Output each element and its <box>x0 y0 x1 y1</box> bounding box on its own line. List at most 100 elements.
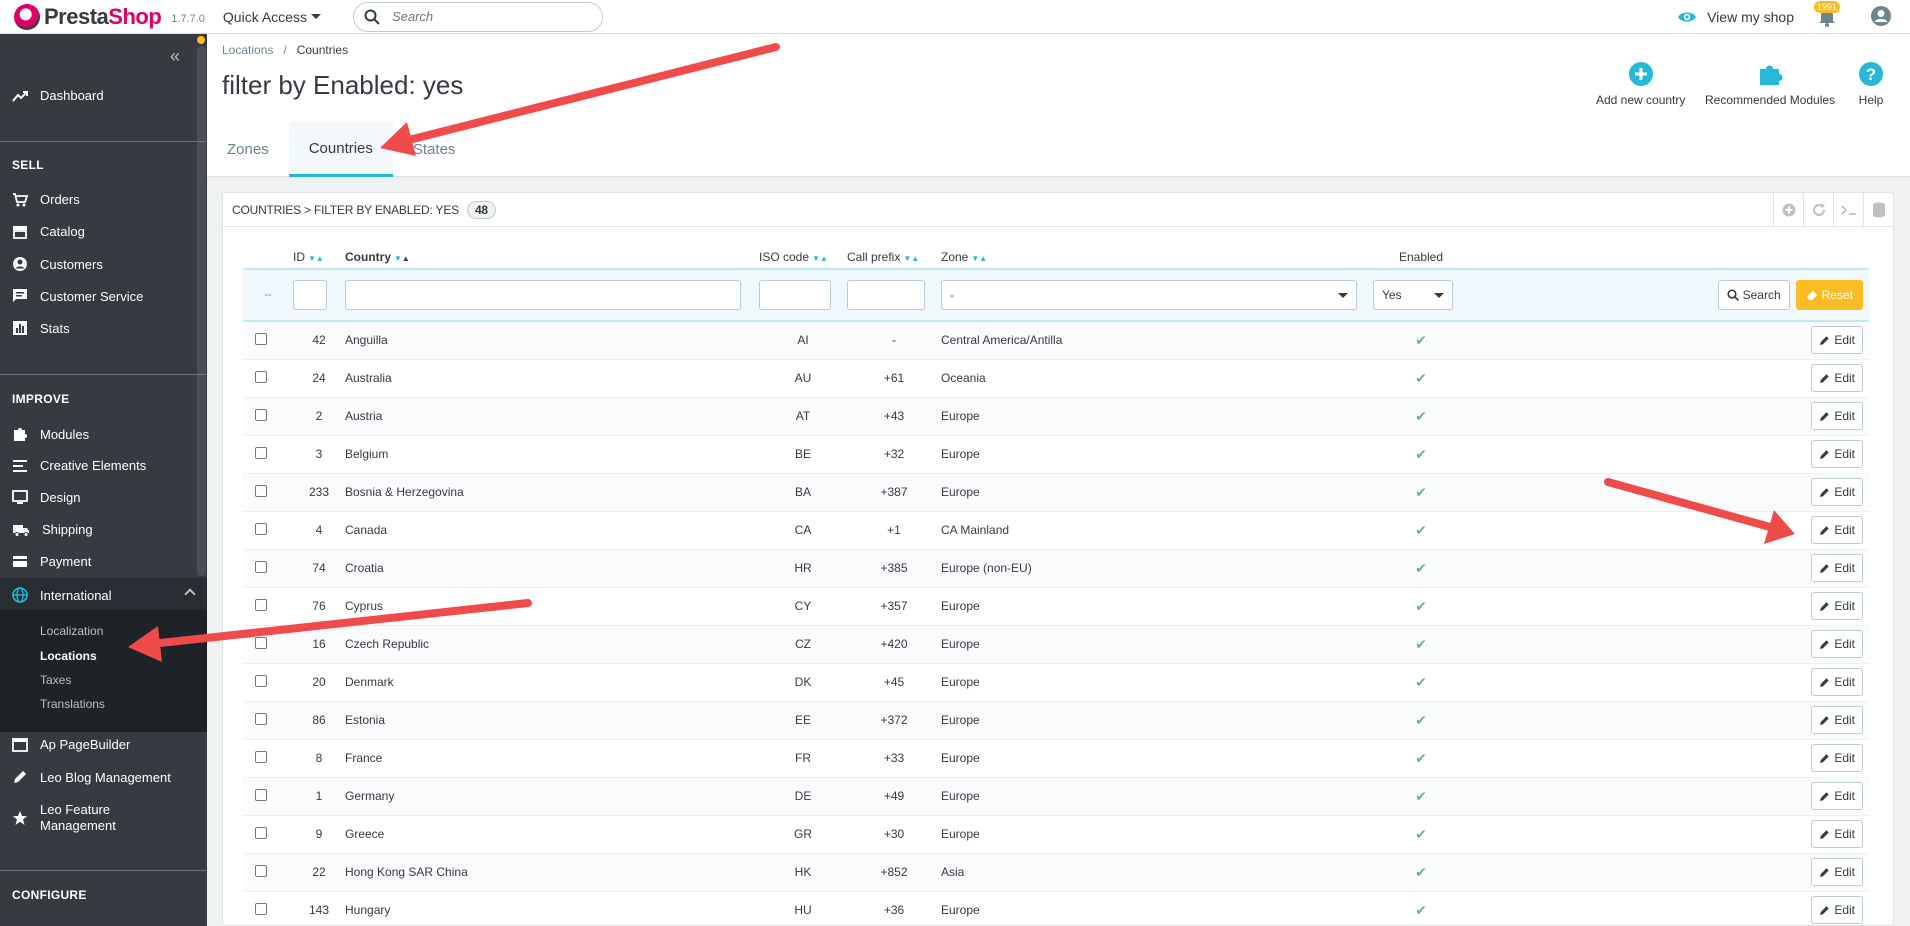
sidebar-item-leo-feature[interactable]: Leo Feature Management <box>12 802 116 834</box>
add-new-country-button[interactable]: Add new country <box>1596 61 1685 107</box>
sidebar-subitem-localization[interactable]: Localization <box>40 624 103 638</box>
row-checkbox[interactable] <box>255 826 267 839</box>
sidebar-item-orders[interactable]: Orders <box>12 192 80 207</box>
search-button[interactable]: Search <box>1717 280 1790 310</box>
header-id[interactable]: ID ▼▲ <box>293 245 345 269</box>
row-checkbox[interactable] <box>255 522 267 535</box>
top-search-box[interactable] <box>352 1 603 32</box>
header-iso[interactable]: ISO code ▼▲ <box>759 245 847 269</box>
sidebar-item-ap-pagebuilder[interactable]: Ap PageBuilder <box>12 737 130 752</box>
filter-prefix-input[interactable] <box>847 280 925 310</box>
sidebar-subitem-taxes[interactable]: Taxes <box>40 673 71 687</box>
table-row[interactable]: 9 Greece GR +30 Europe ✔ Edit <box>243 815 1869 854</box>
notifications-button[interactable]: 1991 <box>1814 1 1841 29</box>
edit-button[interactable]: Edit <box>1811 326 1863 355</box>
edit-button[interactable]: Edit <box>1811 440 1863 468</box>
sidebar-item-international[interactable]: International <box>12 587 112 603</box>
table-row[interactable]: 76 Cyprus CY +357 Europe ✔ Edit <box>243 587 1869 626</box>
cell-enabled[interactable]: ✔ <box>1373 511 1469 550</box>
row-checkbox[interactable] <box>255 598 267 611</box>
sidebar-subitem-locations[interactable]: Locations <box>40 649 97 663</box>
sidebar-item-design[interactable]: Design <box>12 490 80 505</box>
row-checkbox[interactable] <box>255 750 267 763</box>
header-country[interactable]: Country ▼▲ <box>345 245 759 269</box>
filter-iso-input[interactable] <box>759 280 831 310</box>
filter-enabled-select[interactable]: Yes <box>1373 280 1453 310</box>
row-checkbox[interactable] <box>255 712 267 725</box>
row-checkbox[interactable] <box>255 370 267 383</box>
header-prefix[interactable]: Call prefix ▼▲ <box>847 245 941 269</box>
sidebar-item-modules[interactable]: Modules <box>12 426 89 442</box>
cell-enabled[interactable]: ✔ <box>1373 853 1469 892</box>
filter-id-input[interactable] <box>293 280 327 310</box>
cell-enabled[interactable]: ✔ <box>1373 891 1469 925</box>
header-zone[interactable]: Zone ▼▲ <box>941 245 1373 269</box>
row-checkbox[interactable] <box>255 864 267 877</box>
sidebar-item-shipping[interactable]: Shipping <box>12 522 93 537</box>
table-row[interactable]: 16 Czech Republic CZ +420 Europe ✔ Edit <box>243 625 1869 664</box>
edit-button[interactable]: Edit <box>1811 478 1863 506</box>
cell-enabled[interactable]: ✔ <box>1373 663 1469 702</box>
sidebar-item-creative-elements[interactable]: Creative Elements <box>12 458 146 473</box>
prestashop-logo[interactable]: PrestaShop <box>14 3 162 30</box>
table-row[interactable]: 1 Germany DE +49 Europe ✔ Edit <box>243 777 1869 816</box>
sort-arrows-icon[interactable]: ▼▲ <box>903 254 919 263</box>
sort-arrows-icon[interactable]: ▼▲ <box>971 254 987 263</box>
row-checkbox[interactable] <box>255 408 267 421</box>
refresh-tool-button[interactable] <box>1803 193 1833 227</box>
collapse-sidebar-button[interactable]: « <box>170 46 180 67</box>
tab-countries[interactable]: Countries <box>288 122 393 177</box>
filter-country-input[interactable] <box>345 280 741 310</box>
table-row[interactable]: 74 Croatia HR +385 Europe (non-EU) ✔ Edit <box>243 549 1869 588</box>
table-row[interactable]: 86 Estonia EE +372 Europe ✔ Edit <box>243 701 1869 740</box>
row-checkbox[interactable] <box>255 674 267 687</box>
table-row[interactable]: 143 Hungary HU +36 Europe ✔ Edit <box>243 891 1869 925</box>
table-row[interactable]: 4 Canada CA +1 CA Mainland ✔ Edit <box>243 511 1869 550</box>
top-search-input[interactable] <box>391 9 582 24</box>
edit-button[interactable]: Edit <box>1811 858 1863 886</box>
cell-enabled[interactable]: ✔ <box>1373 321 1469 360</box>
edit-button[interactable]: Edit <box>1811 516 1863 544</box>
sidebar-scrollbar[interactable] <box>197 46 206 576</box>
row-checkbox[interactable] <box>255 902 267 915</box>
sidebar-item-leo-blog[interactable]: Leo Blog Management <box>12 769 171 785</box>
filter-zone-select[interactable]: - <box>941 280 1357 310</box>
sort-arrows-icon[interactable]: ▼▲ <box>394 254 410 263</box>
table-row[interactable]: 233 Bosnia & Herzegovina BA +387 Europe ✔ Edit <box>243 473 1869 512</box>
sidebar-item-stats[interactable]: Stats <box>12 320 70 336</box>
cell-enabled[interactable]: ✔ <box>1373 397 1469 436</box>
cell-enabled[interactable]: ✔ <box>1373 739 1469 778</box>
table-row[interactable]: 3 Belgium BE +32 Europe ✔ Edit <box>243 435 1869 474</box>
tab-zones[interactable]: Zones <box>207 122 289 177</box>
sidebar-item-customer-service[interactable]: Customer Service <box>12 288 143 304</box>
row-checkbox[interactable] <box>255 484 267 497</box>
cell-enabled[interactable]: ✔ <box>1373 473 1469 512</box>
export-tool-button[interactable] <box>1863 193 1893 227</box>
table-row[interactable]: 42 Anguilla AI - Central America/Antilla ✔ Edi… <box>243 321 1869 360</box>
edit-button[interactable]: Edit <box>1811 668 1863 696</box>
row-checkbox[interactable] <box>255 332 267 345</box>
cell-enabled[interactable]: ✔ <box>1373 549 1469 588</box>
recommended-modules-button[interactable]: Recommended Modules <box>1705 61 1835 107</box>
edit-button[interactable]: Edit <box>1811 630 1863 658</box>
view-my-shop-link[interactable]: View my shop <box>1677 9 1794 25</box>
table-row[interactable]: 20 Denmark DK +45 Europe ✔ Edit <box>243 663 1869 702</box>
cell-enabled[interactable]: ✔ <box>1373 815 1469 854</box>
cell-enabled[interactable]: ✔ <box>1373 587 1469 626</box>
edit-button[interactable]: Edit <box>1811 744 1863 772</box>
row-checkbox[interactable] <box>255 446 267 459</box>
sort-arrows-icon[interactable]: ▼▲ <box>308 254 324 263</box>
edit-button[interactable]: Edit <box>1811 364 1863 392</box>
breadcrumb-parent-link[interactable]: Locations <box>222 43 273 57</box>
sidebar-item-dashboard[interactable]: Dashboard <box>12 88 104 103</box>
table-row[interactable]: 24 Australia AU +61 Oceania ✔ Edit <box>243 359 1869 398</box>
sidebar-subitem-translations[interactable]: Translations <box>40 697 105 711</box>
cell-enabled[interactable]: ✔ <box>1373 701 1469 740</box>
edit-button[interactable]: Edit <box>1811 554 1863 582</box>
cell-enabled[interactable]: ✔ <box>1373 777 1469 816</box>
table-row[interactable]: 2 Austria AT +43 Europe ✔ Edit <box>243 397 1869 436</box>
cell-enabled[interactable]: ✔ <box>1373 359 1469 398</box>
table-row[interactable]: 8 France FR +33 Europe ✔ Edit <box>243 739 1869 778</box>
tab-states[interactable]: States <box>393 122 476 177</box>
sidebar-item-customers[interactable]: Customers <box>12 256 103 272</box>
